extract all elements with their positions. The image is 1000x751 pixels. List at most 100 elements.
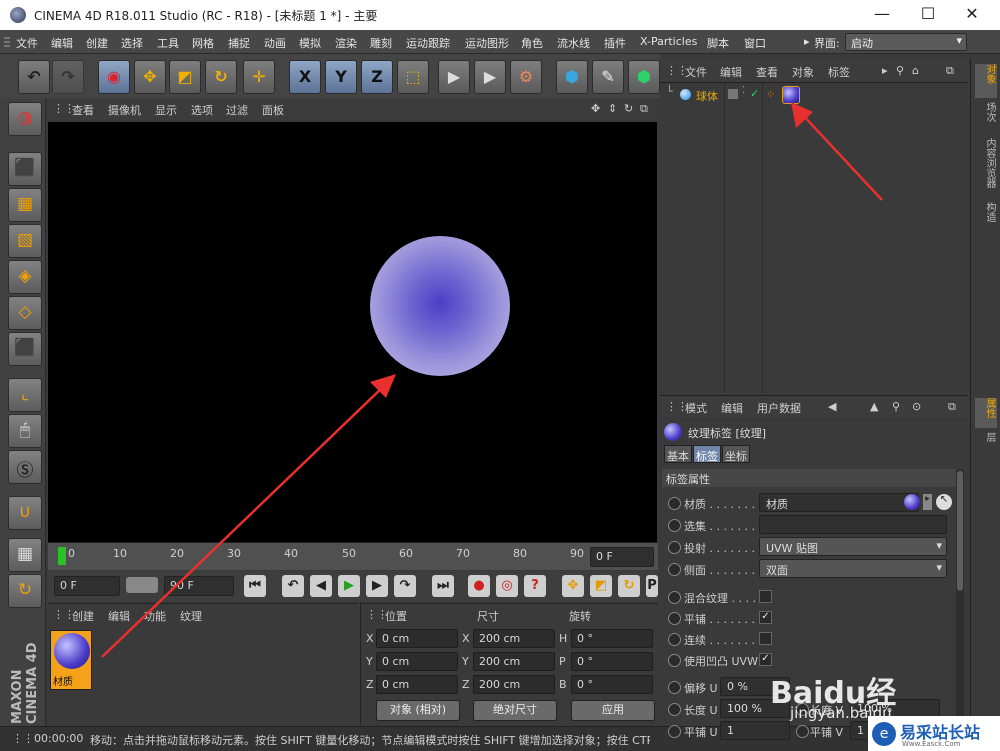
pick-object-icon[interactable]: ↖	[936, 494, 952, 510]
next-key-button[interactable]: ↷	[394, 575, 416, 597]
viewport-menu-view[interactable]: 查看	[72, 102, 94, 118]
tab-coordinates[interactable]: 坐标	[722, 445, 750, 463]
rotate-button[interactable]: ↻	[205, 60, 237, 94]
object-menu-objects[interactable]: 对象	[792, 64, 814, 80]
next-frame-button[interactable]: ▶	[366, 575, 388, 597]
previous-frame-button[interactable]: ◀	[310, 575, 332, 597]
generator-button[interactable]: ⬢	[628, 60, 660, 94]
search-icon[interactable]: ⚲	[892, 400, 900, 413]
texture-mode-button[interactable]: ▦	[8, 188, 42, 222]
layout-select[interactable]: 启动 ▾	[845, 33, 967, 51]
scrollbar[interactable]	[956, 469, 964, 724]
mix-textures-animate-radio[interactable]	[668, 591, 681, 604]
attr-menu-edit[interactable]: 编辑	[721, 400, 743, 416]
menu-render[interactable]: 渲染	[335, 35, 357, 51]
home-icon[interactable]: ⌂	[912, 64, 919, 77]
tab-layers[interactable]: 层	[975, 432, 997, 456]
material-menu-texture[interactable]: 纹理	[180, 608, 202, 624]
tile-checkbox[interactable]: ✓	[759, 611, 772, 624]
viewport-menu-panel[interactable]: 面板	[262, 102, 284, 118]
viewport-menu-display[interactable]: 显示	[155, 102, 177, 118]
rotation-p-field[interactable]: 0 °	[571, 652, 653, 671]
menu-create[interactable]: 创建	[86, 35, 108, 51]
tab-takes[interactable]: 场次	[975, 102, 997, 132]
coordinate-system-button[interactable]: ⬚	[397, 60, 429, 94]
lock-icon[interactable]: ⊙	[912, 400, 921, 413]
tile-u-animate-radio[interactable]	[668, 725, 681, 738]
menu-snap[interactable]: 捕捉	[228, 35, 250, 51]
tweak-mode-button[interactable]: 🖱	[8, 414, 42, 448]
start-frame-field[interactable]: 0 F	[54, 576, 120, 596]
snap-button[interactable]: Ⓢ	[8, 450, 42, 484]
render-view-button[interactable]: ▶	[438, 60, 470, 94]
menu-edit[interactable]: 编辑	[51, 35, 73, 51]
side-select[interactable]: 双面 ▾	[759, 559, 947, 578]
projection-select[interactable]: UVW 贴图 ▾	[759, 537, 947, 556]
material-menu-function[interactable]: 功能	[144, 608, 166, 624]
planar-workplane-button[interactable]: ↻	[8, 574, 42, 608]
new-window-icon[interactable]: ⧉	[948, 400, 956, 414]
viewport[interactable]	[48, 122, 657, 542]
menu-simulate[interactable]: 模拟	[299, 35, 321, 51]
position-y-field[interactable]: 0 cm	[376, 652, 458, 671]
auto-key-button[interactable]: ◎	[496, 575, 518, 597]
tab-structure[interactable]: 构造	[975, 202, 997, 232]
rotation-b-field[interactable]: 0 °	[571, 675, 653, 694]
size-z-field[interactable]: 200 cm	[473, 675, 555, 694]
object-menu-tags[interactable]: 标签	[828, 64, 850, 80]
apply-button[interactable]: 应用	[571, 700, 655, 721]
scale-button[interactable]: ◩	[169, 60, 201, 94]
range-slider[interactable]	[126, 577, 158, 593]
transform-button[interactable]: ✛	[243, 60, 275, 94]
attr-menu-user-data[interactable]: 用户数据	[757, 400, 801, 416]
new-window-icon[interactable]: ⧉	[946, 64, 954, 78]
visibility-dots-icon[interactable]: ⁚	[742, 85, 745, 96]
menu-mesh[interactable]: 网格	[192, 35, 214, 51]
render-settings-button[interactable]: ⚙	[510, 60, 542, 94]
tab-basic[interactable]: 基本	[664, 445, 692, 463]
menu-select[interactable]: 选择	[121, 35, 143, 51]
enabled-check-icon[interactable]: ✓	[750, 87, 759, 100]
key-rotation-button[interactable]: ↻	[618, 575, 640, 597]
material-menu-edit[interactable]: 编辑	[108, 608, 130, 624]
tile-animate-radio[interactable]	[668, 612, 681, 625]
material-link-field[interactable]: 材质	[759, 493, 919, 512]
pen-button[interactable]: ✎	[592, 60, 624, 94]
viewport-menu-options[interactable]: 选项	[191, 102, 213, 118]
use-bump-uvw-animate-radio[interactable]	[668, 654, 681, 667]
size-mode-select[interactable]: 绝对尺寸	[473, 700, 557, 721]
menu-file[interactable]: 文件	[16, 35, 38, 51]
position-x-field[interactable]: 0 cm	[376, 629, 458, 648]
model-mode-button[interactable]: ⬛	[8, 152, 42, 186]
current-frame-field[interactable]: 0 F	[590, 547, 654, 567]
phong-tag-icon[interactable]: ⁘	[766, 88, 775, 101]
offset-u-animate-radio[interactable]	[668, 681, 681, 694]
object-row-sphere[interactable]: └ 球体 ⁚ ✓ ⁘	[660, 85, 968, 105]
material-menu-icon[interactable]: ▸	[923, 494, 932, 510]
tab-attributes[interactable]: 属性	[975, 398, 997, 428]
lock-workplane-button[interactable]: ▦	[8, 538, 42, 572]
play-button[interactable]: ▶	[338, 575, 360, 597]
mix-textures-checkbox[interactable]	[759, 590, 772, 603]
seamless-animate-radio[interactable]	[668, 633, 681, 646]
selection-animate-radio[interactable]	[668, 519, 681, 532]
end-frame-field[interactable]: 90 F	[164, 576, 234, 596]
object-name[interactable]: 球体	[696, 88, 718, 104]
material-menu-create[interactable]: 创建	[72, 608, 94, 624]
tile-u-field[interactable]: 1	[720, 721, 790, 740]
move-button[interactable]: ✥	[134, 60, 166, 94]
menu-pipeline[interactable]: 流水线	[557, 35, 590, 51]
timeline-playhead[interactable]	[58, 547, 66, 565]
sphere-object[interactable]	[370, 236, 510, 376]
move-view-icon[interactable]: ✥	[591, 102, 600, 115]
up-arrow-icon[interactable]: ▲	[870, 400, 878, 413]
tab-tag[interactable]: 标签	[693, 445, 721, 463]
timeline[interactable]: 0 10 20 30 40 50 60 70 80 90 0 F	[48, 542, 658, 570]
z-axis-button[interactable]: Z	[361, 60, 393, 94]
key-position-button[interactable]: ✥	[562, 575, 584, 597]
edges-mode-button[interactable]: ◇	[8, 296, 42, 330]
menu-plugins[interactable]: 插件	[604, 35, 626, 51]
key-scale-button[interactable]: ◩	[590, 575, 612, 597]
attr-menu-mode[interactable]: 模式	[685, 400, 707, 416]
menu-mograph[interactable]: 运动图形	[465, 35, 509, 51]
